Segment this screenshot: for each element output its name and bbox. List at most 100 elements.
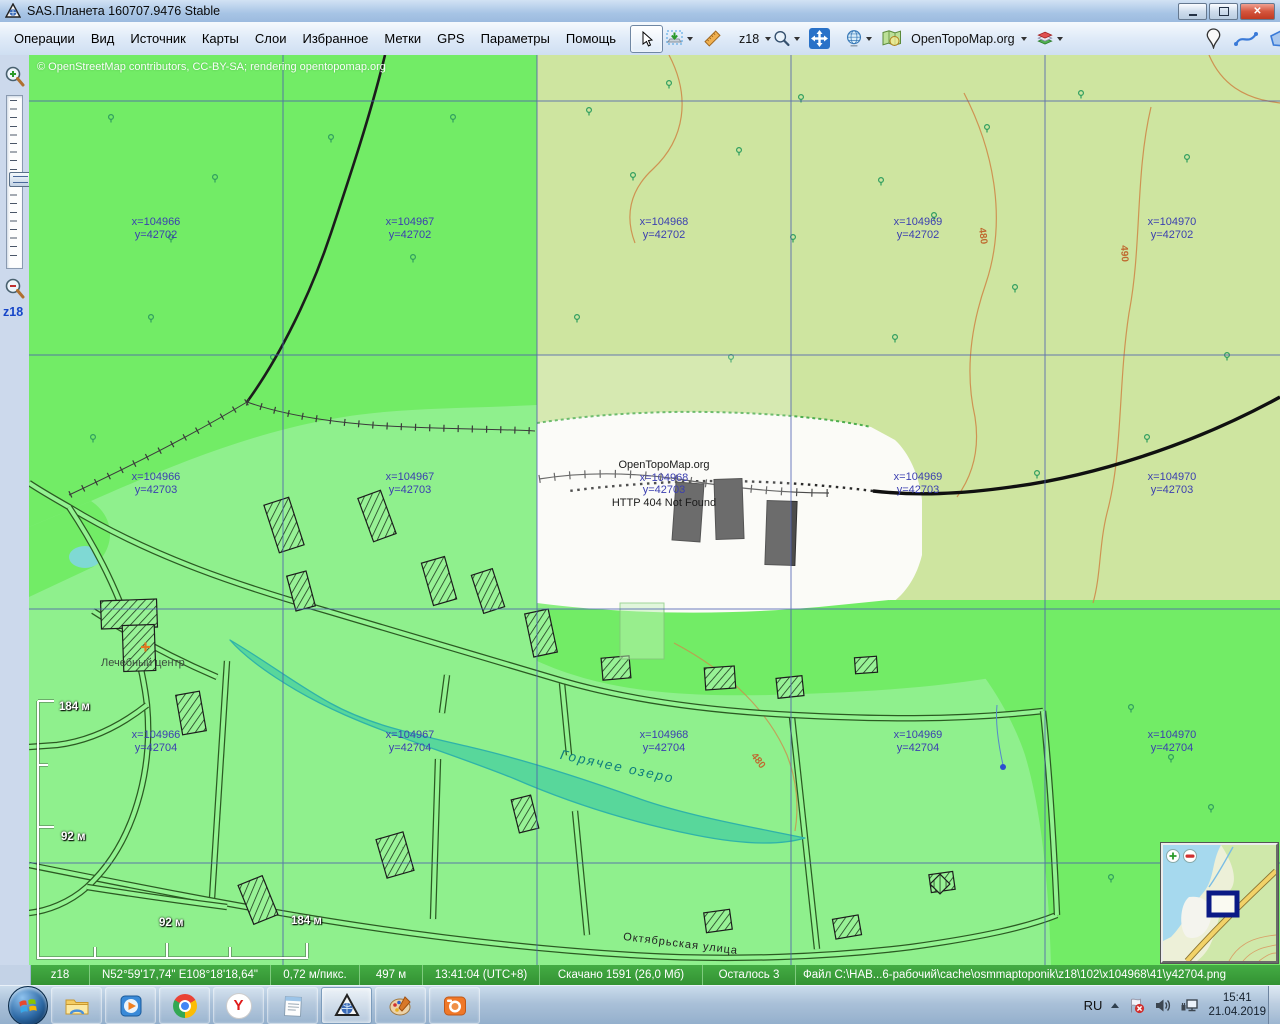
menu-marks[interactable]: Метки [376,27,429,51]
menu-operations[interactable]: Операции [6,27,83,51]
magnifier-icon [773,28,791,49]
volume-icon[interactable] [1154,997,1171,1014]
selection-download-button[interactable] [663,25,696,53]
menubar: Операции Вид Источник Карты Слои Избранн… [0,22,1280,56]
map-viewport[interactable]: © OpenStreetMap contributors, CC-BY-SA; … [29,55,1280,965]
taskbar-chrome[interactable] [159,987,210,1024]
mini-map[interactable] [1161,843,1278,963]
status-coordinates[interactable]: N52°59'17,74" E108°18'18,64" [90,965,271,985]
start-button[interactable] [8,986,48,1024]
system-tray: RU 15:41 21.04.2019 [1084,986,1266,1024]
show-desktop-button[interactable] [1268,986,1280,1024]
fullscreen-button[interactable] [803,25,836,53]
tray-clock[interactable]: 15:41 21.04.2019 [1208,992,1266,1019]
map-source-button[interactable] [875,25,908,53]
zoom-out-icon[interactable] [4,277,26,301]
close-button[interactable]: ✕ [1240,3,1275,20]
paint-icon [388,993,414,1019]
zoom-slider[interactable] [6,95,23,269]
media-player-icon [118,993,144,1019]
camera-app-icon [442,993,468,1019]
placemark-icon [1206,28,1221,49]
web-source-dropdown[interactable] [842,25,875,53]
keyboard-layout-indicator[interactable]: RU [1084,998,1103,1013]
minimize-button[interactable] [1178,3,1207,20]
taskbar-screenshot-tool[interactable] [429,987,480,1024]
mini-map-canvas [1163,845,1276,961]
chevron-down-icon [866,37,872,41]
status-resolution: 0,72 м/пикс. [271,965,360,985]
selection-overlay [620,603,664,659]
zoom-sidebar: z18 [0,55,30,965]
mini-map-viewport[interactable] [1209,893,1237,915]
zoom-level-value: z18 [739,32,759,46]
zoom-tool-button[interactable] [770,25,803,53]
network-icon[interactable] [1180,997,1199,1014]
layers-icon [1036,29,1054,48]
folder-icon [64,993,90,1019]
add-polygon-button[interactable] [1263,25,1280,53]
menu-maps[interactable]: Карты [194,27,247,51]
tray-expand-icon[interactable] [1111,1003,1119,1008]
status-tile-file-path: Файл C:\НАВ...6-рабочий\cache\osmmaptopo… [796,965,1280,985]
menu-source[interactable]: Источник [122,27,194,51]
tile-label: x=104966y=42704 [96,729,216,755]
tile-label: x=104970y=42703 [1112,471,1232,497]
windows-logo-icon [16,994,40,1018]
notepad-icon [280,993,306,1019]
mini-map-zoom-in[interactable] [1167,850,1180,863]
map-source-value[interactable]: OpenTopoMap.org [911,32,1015,46]
tile-label: x=104967y=42703 [350,471,470,497]
tile-label: x=104966y=42703 [96,471,216,497]
taskbar-paint[interactable] [375,987,426,1024]
zoom-in-icon[interactable] [4,65,26,89]
contour-label: 490 [1118,245,1130,262]
menu-help[interactable]: Помощь [558,27,624,51]
tray-date: 21.04.2019 [1208,1006,1266,1020]
map-copyright: © OpenStreetMap contributors, CC-BY-SA; … [37,61,386,73]
map-source-icon [881,29,902,48]
menu-gps[interactable]: GPS [429,27,472,51]
ruler-tool-button[interactable] [696,25,729,53]
menu-favorites[interactable]: Избранное [295,27,377,51]
chevron-down-icon [794,37,800,41]
spring-dot [1000,764,1006,770]
menu-view[interactable]: Вид [83,27,123,51]
window-title: SAS.Планета 160707.9476 Stable [27,4,220,18]
chrome-icon [173,994,197,1018]
tile-label: x=104968y=42702 [604,216,724,242]
missing-tile-message: OpenTopoMap.org x=104968 y=42703 HTTP 40… [572,459,756,509]
yandex-icon: Y [226,993,252,1019]
menu-layers[interactable]: Слои [247,27,295,51]
chevron-down-icon[interactable] [1021,37,1027,41]
add-placemark-button[interactable] [1197,25,1230,53]
facility-label: Лечебный центр [101,657,185,669]
layers-dropdown[interactable] [1033,25,1066,53]
selection-download-icon [666,30,684,47]
scale-value: 92 м [61,831,86,843]
tile-label: x=104966y=42702 [96,216,216,242]
mini-map-zoom-out[interactable] [1184,850,1197,863]
scale-value: 184 м [59,701,90,713]
sidebar-zoom-label: z18 [3,305,23,319]
tile-label: x=104967y=42704 [350,729,470,755]
tile-label: x=104970y=42702 [1112,216,1232,242]
status-time: 13:41:04 (UTC+8) [423,965,540,985]
restore-button[interactable] [1209,3,1238,20]
sas-planet-window: SAS.Планета 160707.9476 Stable ✕ Операци… [0,0,1280,1024]
taskbar-explorer[interactable] [51,987,102,1024]
taskbar-media-player[interactable] [105,987,156,1024]
cursor-tool-button[interactable] [630,25,663,53]
taskbar-notepad[interactable] [267,987,318,1024]
action-center-flag-icon[interactable] [1128,997,1145,1014]
menu-settings[interactable]: Параметры [473,27,558,51]
zoom-level-dropdown[interactable]: z18 [737,25,770,53]
tile-label: x=104969y=42704 [858,729,978,755]
ruler-icon [703,29,722,48]
taskbar-sas-planet[interactable] [321,987,372,1024]
status-zoom[interactable]: z18 [31,965,90,985]
taskbar-yandex-browser[interactable]: Y [213,987,264,1024]
topo-map-canvas [29,55,1280,965]
status-downloaded: Скачано 1591 (26,0 Мб) [540,965,703,985]
add-path-button[interactable] [1230,25,1263,53]
